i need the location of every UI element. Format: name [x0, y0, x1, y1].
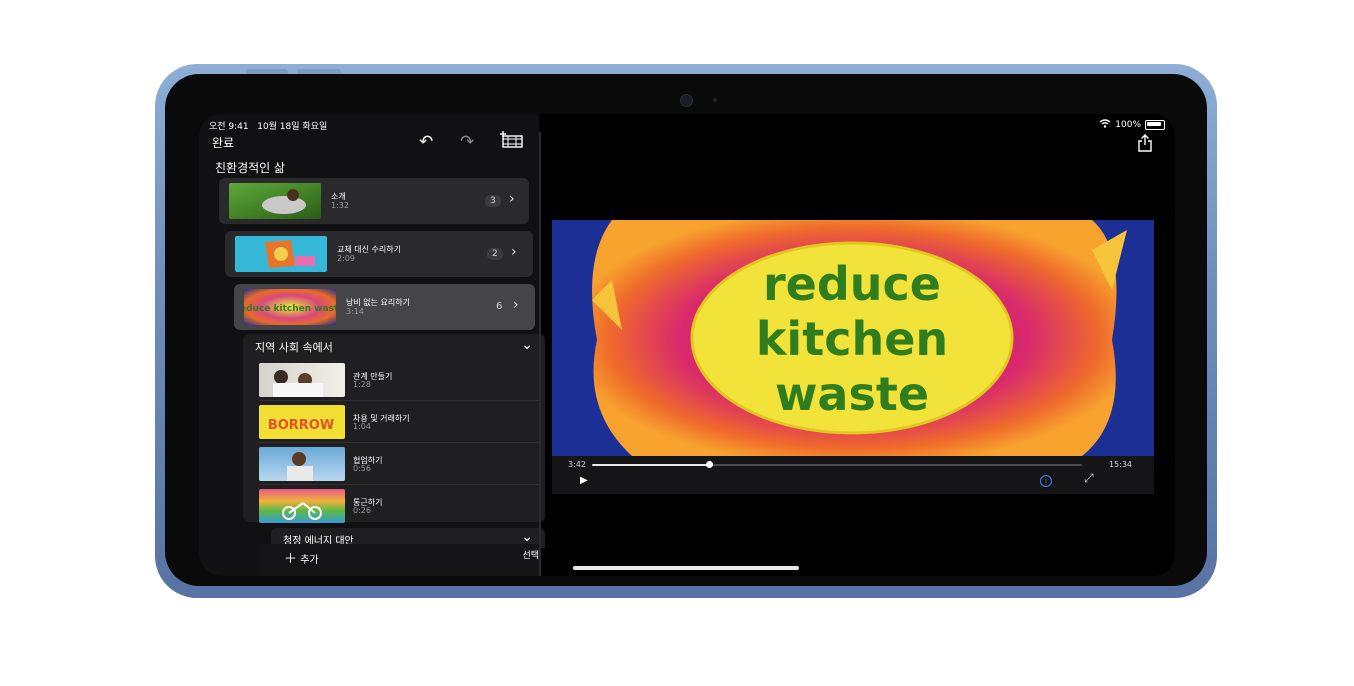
clip-thumbnail	[259, 489, 345, 523]
undo-icon[interactable]: ↶	[419, 132, 433, 152]
chevron-down-icon[interactable]: ⌄	[521, 337, 533, 353]
add-button[interactable]: ＋ 추가	[284, 548, 319, 567]
player-controls: 3:42 15:34 ▶ i ⤢	[552, 456, 1154, 494]
video-text-line: waste	[775, 367, 929, 421]
sidebar: 오전 9:41 10월 18일 화요일 완료 ↶ ↷ 친환경적인 삶 소개 1:…	[199, 114, 545, 576]
chapter-row[interactable]: 소개 1:32 3 ›	[219, 178, 529, 224]
list-item[interactable]: BORROW 차용 및 거래하기 1:04	[259, 402, 541, 443]
total-time: 15:34	[1108, 460, 1132, 469]
plus-icon: ＋	[284, 552, 298, 567]
done-button[interactable]: 완료	[212, 134, 234, 151]
screen: 오전 9:41 10월 18일 화요일 완료 ↶ ↷ 친환경적인 삶 소개 1:…	[199, 114, 1175, 576]
clip-count-badge: 2	[487, 248, 503, 260]
status-time-date: 오전 9:41 10월 18일 화요일	[209, 122, 328, 132]
video-text-line: kitchen	[756, 312, 948, 366]
project-title: 친환경적인 삶	[215, 161, 286, 175]
clip-duration: 1:04	[353, 422, 371, 431]
chevron-down-icon[interactable]: ⌄	[521, 529, 533, 545]
list-item[interactable]: 관계 만들기 1:28	[259, 360, 541, 401]
sidebar-bottom-bar: ＋ 추가 선택	[259, 544, 541, 576]
wifi-icon	[1099, 119, 1111, 131]
battery-percent: 100%	[1115, 120, 1141, 130]
clip-duration: 1:28	[353, 380, 371, 389]
redo-icon[interactable]: ↷	[460, 132, 474, 152]
thumbnail-text: BORROW	[268, 418, 334, 433]
clip-count: 6	[496, 301, 503, 312]
chevron-right-icon: ›	[511, 244, 517, 260]
clip-thumbnail	[259, 447, 345, 481]
chapter-row[interactable]: 교체 대신 수리하기 2:09 2 ›	[225, 231, 533, 277]
chevron-right-icon: ›	[509, 191, 515, 207]
clip-count-badge: 3	[485, 195, 501, 207]
play-icon[interactable]: ▶	[580, 475, 588, 486]
list-item[interactable]: 협업하기 0:56	[259, 444, 541, 485]
chevron-right-icon: ›	[513, 297, 519, 313]
video-text-line: reduce	[763, 257, 941, 311]
split-view-divider[interactable]	[539, 132, 541, 576]
clip-duration: 0:56	[353, 464, 371, 473]
camera-sensor	[713, 98, 717, 102]
list-item[interactable]: 통근하기 0:26	[259, 486, 541, 526]
share-icon[interactable]	[1137, 134, 1153, 156]
group-title[interactable]: 지역 사회 속에서	[255, 339, 333, 355]
chapter-thumbnail	[235, 236, 327, 272]
battery-icon	[1145, 120, 1165, 130]
film-add-icon[interactable]	[500, 131, 524, 154]
clip-thumbnail	[259, 363, 345, 397]
chapter-duration: 2:09	[337, 254, 355, 263]
select-button[interactable]: 선택	[522, 548, 539, 561]
chapter-duration: 3:14	[346, 307, 364, 316]
thumbnail-text: reduce kitchen waste	[244, 304, 336, 314]
chapter-thumbnail: reduce kitchen waste	[244, 289, 336, 325]
scrubber-knob[interactable]	[705, 461, 713, 468]
front-camera	[680, 94, 693, 107]
scrubber[interactable]	[592, 461, 1082, 468]
chapter-thumbnail	[229, 183, 321, 219]
chapter-duration: 1:32	[331, 201, 349, 210]
status-indicators: 100%	[1099, 119, 1165, 131]
elapsed-time: 3:42	[568, 460, 586, 469]
chapter-group: 지역 사회 속에서 ⌄ 관계 만들기 1:28 BORROW 차용 및 거래하기…	[243, 334, 545, 523]
scrubber-progress	[592, 464, 709, 466]
home-indicator[interactable]	[573, 566, 799, 570]
video-frame: reduce kitchen waste	[552, 220, 1154, 456]
expand-icon[interactable]: ⤢	[1084, 471, 1094, 486]
add-label: 추가	[300, 555, 319, 566]
clip-duration: 0:26	[353, 506, 371, 515]
clip-thumbnail: BORROW	[259, 405, 345, 439]
chapter-row-selected[interactable]: reduce kitchen waste 낭비 없는 요리하기 3:14 6 ›	[234, 284, 535, 330]
video-preview[interactable]: reduce kitchen waste	[552, 220, 1154, 456]
info-icon[interactable]: i	[1040, 475, 1052, 487]
